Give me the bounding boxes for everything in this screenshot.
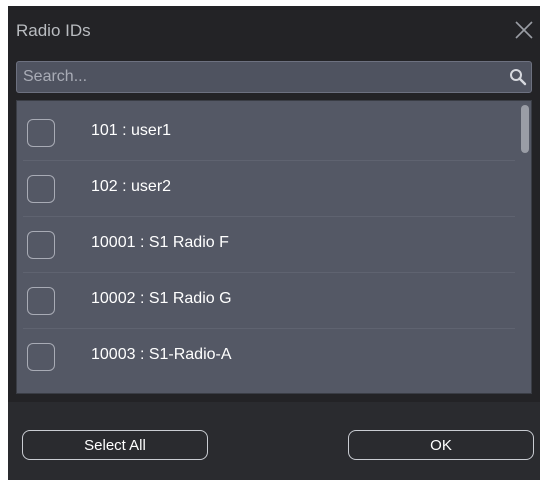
checkbox[interactable]	[27, 287, 55, 315]
list-item[interactable]: 10002 : S1 Radio G	[17, 273, 515, 329]
scrollbar-thumb[interactable]	[521, 105, 529, 153]
title-bar: Radio IDs	[8, 6, 540, 54]
list-item-label: 101 : user1	[91, 122, 172, 139]
list-item[interactable]: 101 : user1	[17, 105, 515, 161]
ok-button[interactable]: OK	[348, 430, 534, 460]
list-item-label: 10002 : S1 Radio G	[91, 290, 232, 307]
dialog-title: Radio IDs	[16, 21, 91, 40]
radio-id-list: 101 : user1 102 : user2 10001 : S1 Radio…	[16, 100, 532, 394]
list-item-label: 10003 : S1-Radio-A	[91, 346, 232, 363]
checkbox[interactable]	[27, 175, 55, 203]
search-box	[16, 61, 532, 93]
list-item[interactable]: 10003 : S1-Radio-A	[17, 329, 515, 385]
select-all-button[interactable]: Select All	[22, 430, 208, 460]
search-icon[interactable]	[509, 68, 527, 86]
checkbox[interactable]	[27, 231, 55, 259]
checkbox[interactable]	[27, 119, 55, 147]
list-item[interactable]: 102 : user2	[17, 161, 515, 217]
search-input[interactable]	[17, 62, 509, 92]
radio-ids-dialog: Radio IDs 101 : user1 102 : user2	[8, 6, 540, 480]
list-item-label: 10001 : S1 Radio F	[91, 234, 229, 251]
close-icon[interactable]	[512, 18, 536, 42]
list-item[interactable]: 10001 : S1 Radio F	[17, 217, 515, 273]
list-item-label: 102 : user2	[91, 178, 172, 195]
checkbox[interactable]	[27, 343, 55, 371]
